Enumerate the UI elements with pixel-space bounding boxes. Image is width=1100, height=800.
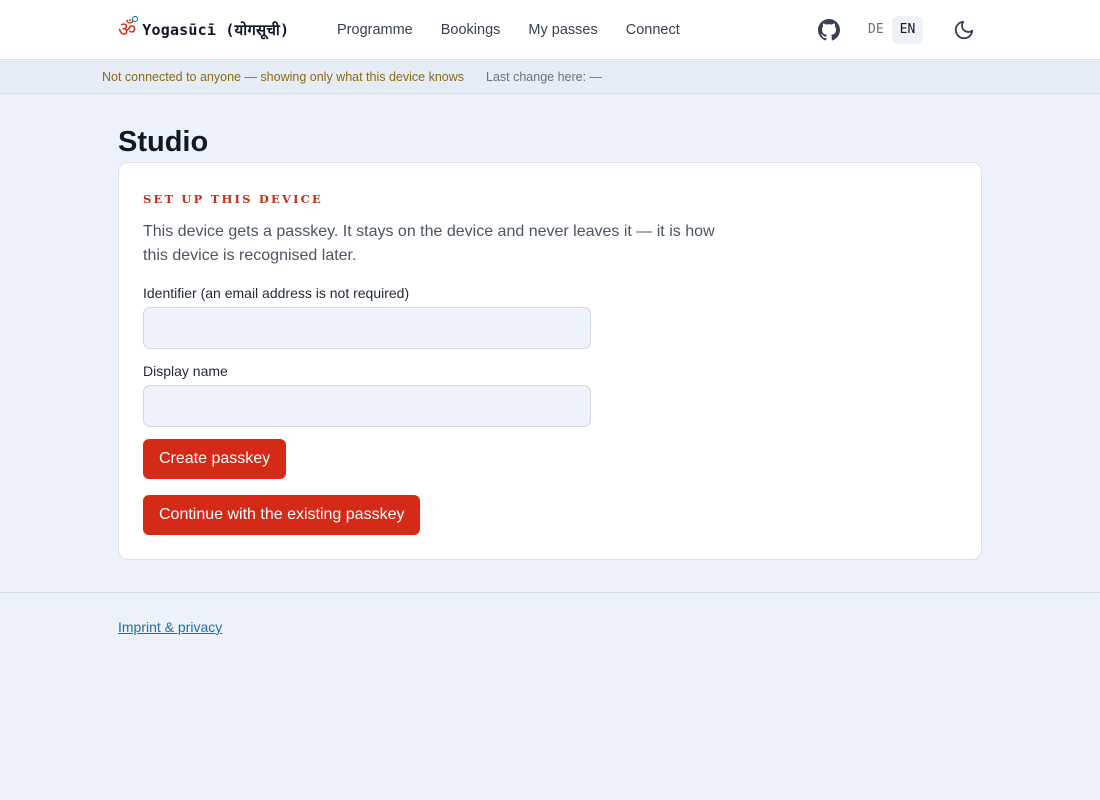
nav-item-programme[interactable]: Programme [337,21,413,39]
create-passkey-button[interactable]: Create passkey [143,439,287,479]
main-nav: Programme Bookings My passes Connect [337,21,708,39]
brand[interactable]: ॐ Yogasūcī (योगसूची) [118,16,290,43]
lang-option-en[interactable]: EN [891,16,924,44]
display-name-input[interactable] [143,385,591,427]
imprint-privacy-link[interactable]: Imprint & privacy [118,619,222,635]
page-title: Studio [118,126,209,158]
top-header: ॐ Yogasūcī (योगसूची) Programme Bookings … [0,0,1100,60]
connection-status-text: Not connected to anyone — showing only w… [102,70,465,84]
identifier-label: Identifier (an email address is not requ… [143,285,410,301]
moon-icon[interactable] [953,19,975,41]
footer-divider [0,592,1100,593]
connection-status-bar: Not connected to anyone — showing only w… [0,61,1100,94]
device-setup-card: SET UP THIS DEVICE This device gets a pa… [118,162,982,560]
language-switch: DE EN [860,16,924,44]
nav-item-connect[interactable]: Connect [626,21,680,39]
last-change-text: Last change here: — [486,70,603,84]
om-icon: ॐ [118,16,138,40]
lang-option-de[interactable]: DE [860,16,892,44]
continue-existing-passkey-button[interactable]: Continue with the existing passkey [143,495,421,535]
brand-name: Yogasūcī (योगसूची) [142,21,290,39]
github-icon[interactable] [818,19,840,41]
card-description: This device gets a passkey. It stays on … [143,223,715,264]
nav-item-bookings[interactable]: Bookings [441,21,501,39]
display-name-label: Display name [143,363,228,379]
nav-item-my-passes[interactable]: My passes [528,21,597,39]
identifier-input[interactable] [143,307,591,349]
card-kicker: SET UP THIS DEVICE [143,192,323,206]
